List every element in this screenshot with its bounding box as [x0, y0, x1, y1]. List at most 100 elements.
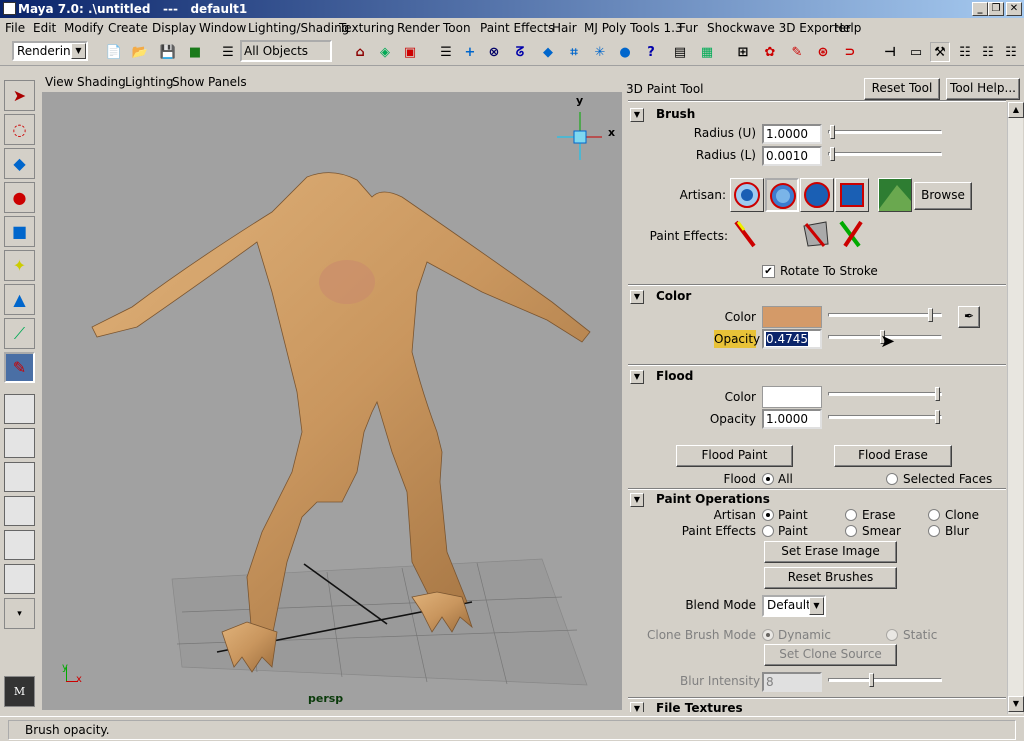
snap-surface-icon[interactable]: ⌗ — [564, 42, 584, 62]
menu-file[interactable]: File — [5, 21, 25, 35]
input-line-icon[interactable]: ⊣ — [880, 42, 900, 62]
sphere-icon[interactable]: ● — [615, 42, 635, 62]
render-current-icon[interactable]: ▤ — [670, 42, 690, 62]
file-textures-section-header[interactable]: ▼ File Textures — [628, 700, 1006, 712]
blur-intensity-field[interactable]: 8 — [762, 672, 822, 692]
layout-single-icon[interactable] — [4, 394, 35, 424]
menu-toon[interactable]: Toon — [443, 21, 471, 35]
flood-opacity-field[interactable]: 1.0000 — [762, 409, 822, 429]
selection-field[interactable]: All Objects — [240, 40, 332, 62]
snap-grid-icon[interactable]: + — [460, 42, 480, 62]
minimize-button[interactable]: _ — [972, 2, 988, 16]
menu-lighting-shading[interactable]: Lighting/Shading — [248, 21, 349, 35]
hypershade-icon[interactable]: ✿ — [760, 42, 780, 62]
layer-editor-icon[interactable]: ☷ — [978, 42, 998, 62]
viewport-menu-shading[interactable]: Shading — [77, 75, 126, 89]
layout-more-icon[interactable]: ▾ — [4, 598, 35, 629]
set-erase-image-button[interactable]: Set Erase Image — [764, 541, 897, 563]
eyedropper-icon[interactable]: ✒ — [958, 306, 980, 328]
save-scene-icon[interactable]: 💾 — [158, 42, 178, 62]
menu-create[interactable]: Create — [108, 21, 148, 35]
flood-all-radio[interactable] — [762, 473, 774, 485]
menu-display[interactable]: Display — [152, 21, 196, 35]
artisan-erase-radio[interactable] — [845, 509, 857, 521]
viewport-menu-view[interactable]: View — [45, 75, 73, 89]
blend-mode-dropdown[interactable]: Default ▼ — [762, 595, 826, 617]
select-hierarchy-icon[interactable]: ⌂ — [350, 42, 370, 62]
panel-scrollbar[interactable]: ▲ ▼ — [1007, 102, 1024, 714]
menu-modify[interactable]: Modify — [64, 21, 104, 35]
clone-static-radio[interactable] — [886, 629, 898, 641]
brush-gaussian-icon[interactable] — [730, 178, 764, 212]
viewport-menu-show[interactable]: Show — [172, 75, 204, 89]
flood-erase-button[interactable]: Flood Erase — [834, 445, 952, 467]
paint-select-tool-icon[interactable]: ◆ — [4, 148, 35, 179]
chevron-down-icon[interactable]: ▼ — [71, 43, 86, 59]
select-object-icon[interactable]: ◈ — [375, 42, 395, 62]
radius-u-slider[interactable] — [828, 125, 942, 139]
rotate-tool-icon[interactable]: ■ — [4, 216, 35, 247]
pe-paint-radio[interactable] — [762, 525, 774, 537]
tool-settings-icon[interactable]: ⚒ — [930, 42, 950, 62]
paint-effects-brush-icon[interactable] — [730, 218, 764, 252]
menu-mj-poly-tools[interactable]: MJ Poly Tools 1.3 — [584, 21, 683, 35]
slider-thumb[interactable] — [830, 125, 835, 139]
brush-square-icon[interactable] — [835, 178, 869, 212]
close-button[interactable]: ✕ — [1006, 2, 1022, 16]
light-icon[interactable]: ✎ — [787, 42, 807, 62]
flood-color-swatch[interactable] — [762, 386, 822, 408]
opacity-field[interactable]: 0.4745 — [762, 329, 822, 349]
show-manipulator-icon[interactable]: ⟋ — [4, 318, 35, 349]
layout-outliner-icon[interactable] — [4, 462, 35, 492]
scroll-up-icon[interactable]: ▲ — [1008, 102, 1024, 118]
menu-paint-effects[interactable]: Paint Effects — [480, 21, 554, 35]
history-icon[interactable]: ✳ — [590, 42, 610, 62]
render-globals-icon[interactable]: ⊞ — [733, 42, 753, 62]
flood-selected-faces-radio[interactable] — [886, 473, 898, 485]
incremental-save-icon[interactable]: ■ — [185, 42, 205, 62]
reset-brushes-button[interactable]: Reset Brushes — [764, 567, 897, 589]
flood-paint-button[interactable]: Flood Paint — [676, 445, 793, 467]
perspective-viewport[interactable]: y x persp y x — [42, 92, 622, 710]
clone-dynamic-radio[interactable] — [762, 629, 774, 641]
slider-thumb[interactable] — [928, 308, 933, 322]
new-scene-icon[interactable]: 📄 — [104, 42, 124, 62]
brush-section-header[interactable]: ▼ Brush — [628, 106, 1006, 124]
collapse-arrow-icon[interactable]: ▼ — [630, 290, 644, 304]
snap-point-icon[interactable]: ᘔ — [510, 42, 530, 62]
shader-icon[interactable]: ⊛ — [813, 42, 833, 62]
help-icon[interactable]: ? — [641, 42, 661, 62]
collapse-arrow-icon[interactable]: ▼ — [630, 493, 644, 507]
lasso-tool-icon[interactable]: ◌ — [4, 114, 35, 145]
radius-l-slider[interactable] — [828, 147, 942, 161]
radius-l-field[interactable]: 0.0010 — [762, 146, 822, 166]
browse-button[interactable]: Browse — [914, 182, 972, 210]
collapse-arrow-icon[interactable]: ▼ — [630, 370, 644, 384]
blur-intensity-slider[interactable] — [828, 673, 942, 687]
menu-render[interactable]: Render — [397, 21, 440, 35]
set-clone-source-button[interactable]: Set Clone Source — [764, 644, 897, 666]
scale-tool-icon[interactable]: ✦ — [4, 250, 35, 281]
chevron-down-icon[interactable]: ▼ — [809, 597, 824, 615]
flood-opacity-slider[interactable] — [828, 410, 942, 424]
pe-smear-radio[interactable] — [845, 525, 857, 537]
manipulator-tool-icon[interactable]: ▲ — [4, 284, 35, 315]
snap-curve-icon[interactable]: ⊗ — [484, 42, 504, 62]
mask-menu-icon[interactable]: ☰ — [436, 42, 456, 62]
color-section-header[interactable]: ▼ Color — [628, 288, 1006, 306]
restore-button[interactable]: ❐ — [988, 2, 1004, 16]
radius-u-field[interactable]: 1.0000 — [762, 124, 822, 144]
slider-thumb[interactable] — [935, 410, 940, 424]
menu-edit[interactable]: Edit — [33, 21, 56, 35]
slider-thumb[interactable] — [935, 387, 940, 401]
artisan-clone-radio[interactable] — [928, 509, 940, 521]
viewport-menu-lighting[interactable]: Lighting — [125, 75, 174, 89]
collapse-arrow-icon[interactable]: ▼ — [630, 108, 644, 122]
slider-thumb[interactable] — [830, 147, 835, 161]
rotate-to-stroke-checkbox[interactable]: ✔ — [762, 265, 775, 278]
brush-solid-icon[interactable] — [800, 178, 834, 212]
maya-app-icon[interactable] — [3, 2, 16, 15]
paint-tool-icon[interactable]: ✎ — [4, 352, 35, 383]
select-tool-icon[interactable]: ➤ — [4, 80, 35, 111]
scroll-down-icon[interactable]: ▼ — [1008, 696, 1024, 712]
